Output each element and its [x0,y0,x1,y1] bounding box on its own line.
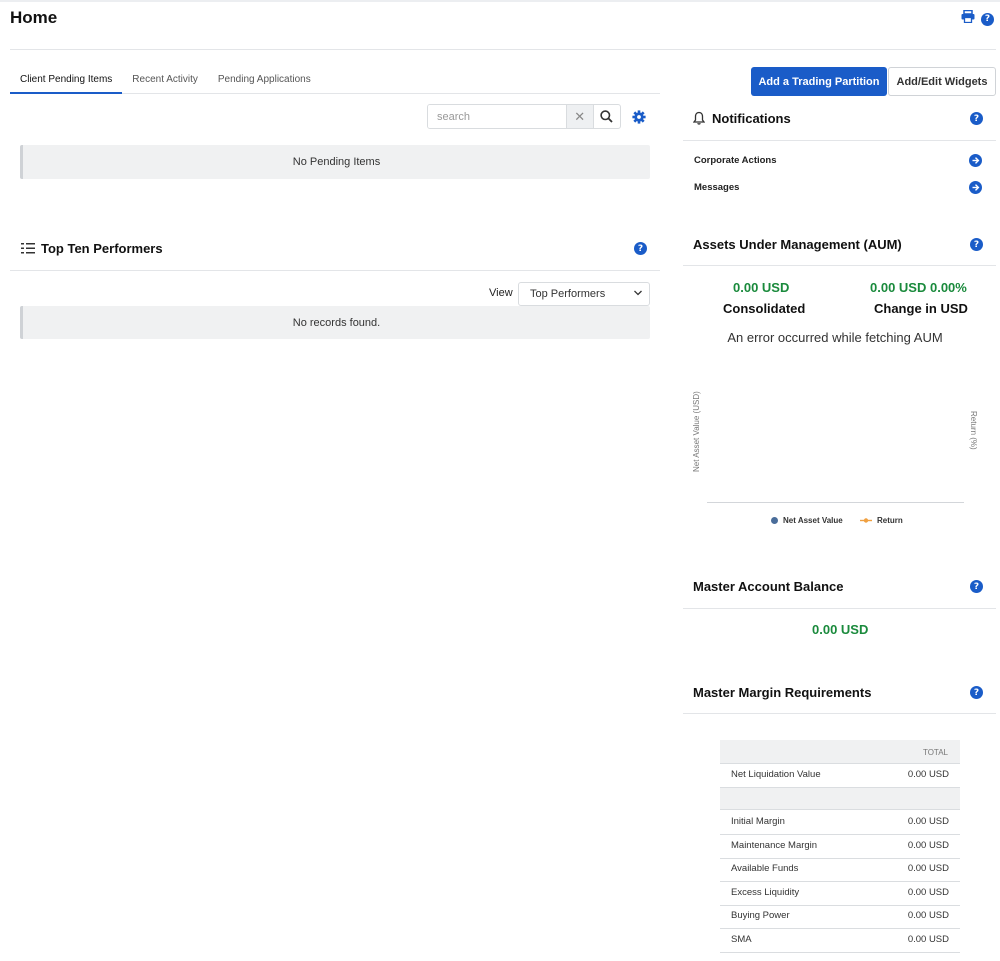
table-row: SMA 0.00 USD [720,929,960,953]
add-trading-partition-button[interactable]: Add a Trading Partition [751,67,887,96]
page-title: Home [10,8,58,27]
master-balance-title: Master Account Balance [693,579,844,594]
aum-change-label: Change in USD [874,301,968,316]
notifications-title: Notifications [712,111,791,126]
margin-title: Master Margin Requirements [693,685,872,700]
top-ten-empty: No records found. [20,306,650,339]
row-value: 0.00 USD [907,840,949,851]
master-balance-value: 0.00 USD [812,622,869,637]
margin-column-header: TOTAL [720,740,960,764]
tab-bar: Client Pending Items Recent Activity Pen… [10,66,660,94]
table-row: Excess Liquidity 0.00 USD [720,882,960,906]
row-value: 0.00 USD [907,887,949,898]
help-icon[interactable]: ? [634,242,647,255]
help-icon[interactable]: ? [970,112,983,125]
bell-icon [692,111,706,130]
aum-chart-baseline [707,502,964,503]
row-label: Initial Margin [731,816,785,827]
add-edit-widgets-button[interactable]: Add/Edit Widgets [888,67,996,96]
chevron-down-icon [633,288,643,301]
top-border [0,0,1000,2]
gear-icon[interactable] [632,110,646,129]
table-row: Maintenance Margin 0.00 USD [720,835,960,859]
tab-pending-applications[interactable]: Pending Applications [208,66,321,94]
aum-consolidated-value: 0.00 USD [733,280,790,295]
header-actions: ? [961,9,994,28]
aum-divider [683,265,996,266]
row-value: 0.00 USD [907,816,949,827]
search-box: ✕ [427,104,621,129]
table-row: Available Funds 0.00 USD [720,858,960,882]
header-divider [10,49,996,50]
table-row: Net Liquidation Value 0.00 USD [720,764,960,788]
help-icon[interactable]: ? [970,686,983,699]
help-icon[interactable]: ? [970,580,983,593]
legend-label: Return [877,516,903,525]
aum-left-axis-label: Net Asset Value (USD) [692,391,701,472]
legend-dot [771,517,778,524]
messages-link[interactable]: Messages [694,182,739,193]
row-value: 0.00 USD [907,769,949,780]
margin-divider [683,713,996,714]
row-value: 0.00 USD [907,934,949,945]
row-label: SMA [731,934,752,945]
notifications-divider [683,140,996,141]
corporate-actions-link[interactable]: Corporate Actions [694,155,777,166]
row-label: Available Funds [731,863,799,874]
pending-items-empty: No Pending Items [20,145,650,179]
table-row: Initial Margin 0.00 USD [720,811,960,835]
aum-error-message: An error occurred while fetching AUM [727,330,943,345]
help-icon[interactable]: ? [970,238,983,251]
legend-label: Net Asset Value [783,516,843,525]
table-row: Buying Power 0.00 USD [720,905,960,929]
table-spacer [720,788,960,810]
aum-change-value: 0.00 USD 0.00% [870,280,967,295]
row-value: 0.00 USD [907,863,949,874]
aum-title: Assets Under Management (AUM) [693,237,902,252]
search-icon[interactable] [592,105,620,128]
aum-consolidated-label: Consolidated [723,301,806,316]
view-select-value: Top Performers [530,288,606,300]
row-label: Net Liquidation Value [731,769,821,780]
tab-client-pending-items[interactable]: Client Pending Items [10,66,123,94]
row-label: Excess Liquidity [731,887,800,898]
legend-line-marker [860,518,872,523]
aum-right-axis-label: Return (%) [969,411,978,450]
arrow-right-icon[interactable] [969,181,982,194]
master-balance-divider [683,608,996,609]
legend-return[interactable]: Return [860,516,903,525]
view-label: View [489,287,513,299]
help-icon[interactable]: ? [981,12,994,26]
legend-net-asset-value[interactable]: Net Asset Value [771,516,843,525]
row-value: 0.00 USD [907,910,949,921]
list-icon [21,242,35,260]
printer-icon[interactable] [961,9,975,28]
arrow-right-icon[interactable] [969,154,982,167]
top-ten-title: Top Ten Performers [41,241,163,256]
tab-recent-activity[interactable]: Recent Activity [122,66,208,94]
top-ten-divider [10,270,660,271]
close-icon[interactable]: ✕ [566,105,593,128]
row-label: Buying Power [731,910,790,921]
search-input[interactable] [428,105,566,128]
view-select[interactable]: Top Performers [518,282,650,306]
row-label: Maintenance Margin [731,840,818,851]
